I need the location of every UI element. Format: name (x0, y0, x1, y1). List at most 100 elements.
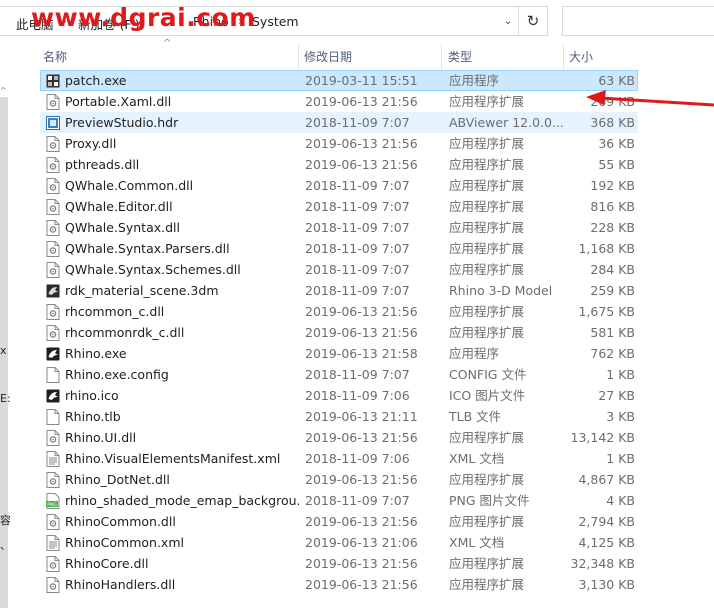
rhino-app-icon (46, 388, 60, 404)
file-name: rhcommonrdk_c.dll (65, 325, 185, 340)
column-divider[interactable] (441, 44, 442, 70)
file-row[interactable]: rdk_material_scene.3dm 2018-11-09 7:07 Rhi… (40, 280, 638, 301)
file-modified-date: 2018-11-09 7:07 (305, 283, 410, 298)
nav-item-fragment[interactable]: E: (0, 392, 10, 405)
dll-file-icon (46, 199, 60, 215)
file-row[interactable]: rhcommon_c.dll 2019-06-13 21:56 应用程序扩展 1,67… (40, 301, 638, 322)
watermark-text: www.dgrai.com (31, 3, 256, 32)
file-size: 581 KB (590, 325, 635, 340)
column-header-row: ^ 名称 修改日期 类型 大小 (40, 38, 640, 70)
file-size: 32,348 KB (570, 556, 635, 571)
file-type: XML 文档 (449, 535, 505, 550)
column-header-size[interactable]: 大小 (566, 42, 636, 70)
file-name: rdk_material_scene.3dm (65, 283, 219, 298)
file-modified-date: 2018-11-09 7:07 (305, 493, 410, 508)
file-type: 应用程序 (449, 73, 500, 88)
file-size: 1 KB (606, 367, 635, 382)
file-type: 应用程序扩展 (449, 325, 525, 340)
file-name: Rhino_DotNet.dll (65, 472, 170, 487)
file-row[interactable]: RhinoHandlers.dll 2019-06-13 21:56 应用程序扩展 3… (40, 574, 638, 595)
breadcrumb-system[interactable]: System (252, 14, 299, 29)
file-modified-date: 2019-06-13 21:56 (305, 157, 418, 172)
dll-file-icon (46, 262, 60, 278)
file-row[interactable]: Rhino.VisualElementsManifest.xml 2018-11-… (40, 448, 638, 469)
dll-file-icon (46, 178, 60, 194)
file-row[interactable]: RhinoCommon.xml 2019-06-13 21:06 XML 文档 4,1… (40, 532, 638, 553)
file-size: 368 KB (590, 115, 635, 130)
refresh-button[interactable]: ↻ (518, 6, 548, 36)
file-modified-date: 2019-06-13 21:56 (305, 472, 418, 487)
file-row[interactable]: patch.exe 2019-03-11 15:51 应用程序 63 KB (40, 70, 638, 91)
file-row[interactable]: Rhino.exe 2019-06-13 21:58 应用程序 762 KB (40, 343, 638, 364)
file-row[interactable]: rhcommonrdk_c.dll 2019-06-13 21:56 应用程序扩展 5… (40, 322, 638, 343)
file-name: QWhale.Syntax.Schemes.dll (65, 262, 241, 277)
nav-item-fragment[interactable]: 容 (0, 512, 10, 528)
file-row[interactable]: RhinoCommon.dll 2019-06-13 21:56 应用程序扩展 2,7… (40, 511, 638, 532)
file-row[interactable]: QWhale.Common.dll 2018-11-09 7:07 应用程序扩展 19… (40, 175, 638, 196)
file-row[interactable]: Rhino.exe.config 2018-11-09 7:07 CONFIG 文件… (40, 364, 638, 385)
file-row[interactable]: Rhino.UI.dll 2019-06-13 21:56 应用程序扩展 13,142… (40, 427, 638, 448)
address-history-dropdown[interactable]: ⌄ (500, 7, 516, 35)
dll-file-icon (46, 136, 60, 152)
file-row[interactable]: QWhale.Editor.dll 2018-11-09 7:07 应用程序扩展 81… (40, 196, 638, 217)
file-name: RhinoHandlers.dll (65, 577, 176, 592)
scroll-up-icon[interactable]: ^ (0, 86, 9, 95)
dll-file-icon (46, 514, 60, 530)
file-name: Rhino.tlb (65, 409, 121, 424)
file-modified-date: 2019-06-13 21:56 (305, 577, 418, 592)
file-size: 4,867 KB (578, 472, 635, 487)
column-divider[interactable] (298, 44, 299, 70)
dll-file-icon (46, 94, 60, 110)
file-type: 应用程序扩展 (449, 241, 525, 256)
file-type: 应用程序扩展 (449, 577, 525, 592)
file-size: 284 KB (590, 262, 635, 277)
file-type: 应用程序扩展 (449, 430, 525, 445)
dll-file-icon (46, 430, 60, 446)
file-row[interactable]: QWhale.Syntax.Schemes.dll 2018-11-09 7:07… (40, 259, 638, 280)
column-header-date[interactable]: 修改日期 (301, 42, 441, 70)
file-size: 228 KB (590, 220, 635, 235)
file-row[interactable]: QWhale.Syntax.Parsers.dll 2018-11-09 7:07… (40, 238, 638, 259)
column-header-type[interactable]: 类型 (445, 42, 563, 70)
file-size: 816 KB (590, 199, 635, 214)
file-type: 应用程序扩展 (449, 94, 525, 109)
file-size: 762 KB (590, 346, 635, 361)
file-name: QWhale.Syntax.Parsers.dll (65, 241, 230, 256)
nav-item-fragment[interactable]: 、 (0, 537, 10, 553)
file-name: Proxy.dll (65, 136, 117, 151)
file-type: Rhino 3-D Model (449, 283, 553, 298)
file-modified-date: 2018-11-09 7:06 (305, 388, 410, 403)
file-row[interactable]: Proxy.dll 2019-06-13 21:56 应用程序扩展 36 KB (40, 133, 638, 154)
file-size: 1,675 KB (578, 304, 635, 319)
file-row[interactable]: PreviewStudio.hdr 2018-11-09 7:07 ABViewer… (40, 112, 638, 133)
file-type: XML 文档 (449, 451, 505, 466)
file-type: ABViewer 12.0.0... (449, 115, 564, 130)
file-type: ICO 图片文件 (449, 388, 526, 403)
file-name: rhcommon_c.dll (65, 304, 165, 319)
dll-file-icon (46, 157, 60, 173)
file-row[interactable]: Portable.Xaml.dll 2019-06-13 21:56 应用程序扩展 2… (40, 91, 638, 112)
dll-file-icon (46, 304, 60, 320)
file-row[interactable]: PNG rhino_shaded_mode_emap_backgrou... 201… (40, 490, 638, 511)
rhino-app-icon (46, 346, 60, 362)
search-input[interactable] (562, 6, 714, 36)
column-divider[interactable] (563, 44, 564, 70)
file-modified-date: 2019-06-13 21:06 (305, 535, 418, 550)
file-size: 3,130 KB (578, 577, 635, 592)
file-type: 应用程序扩展 (449, 556, 525, 571)
file-row[interactable]: Rhino_DotNet.dll 2019-06-13 21:56 应用程序扩展 4,… (40, 469, 638, 490)
file-size: 55 KB (598, 157, 635, 172)
file-row[interactable]: Rhino.tlb 2019-06-13 21:11 TLB 文件 3 KB (40, 406, 638, 427)
column-header-name[interactable]: 名称 (40, 42, 298, 70)
nav-item-fragment[interactable]: x (0, 344, 7, 357)
file-row[interactable]: pthreads.dll 2019-06-13 21:56 应用程序扩展 55 KB (40, 154, 638, 175)
file-name: Rhino.exe (65, 346, 127, 361)
file-row[interactable]: QWhale.Syntax.dll 2018-11-09 7:07 应用程序扩展 22… (40, 217, 638, 238)
dll-file-icon (46, 577, 60, 593)
file-row[interactable]: RhinoCore.dll 2019-06-13 21:56 应用程序扩展 32,34… (40, 553, 638, 574)
file-row[interactable]: rhino.ico 2018-11-09 7:06 ICO 图片文件 27 KB (40, 385, 638, 406)
file-name: patch.exe (65, 73, 127, 88)
file-modified-date: 2018-11-09 7:07 (305, 199, 410, 214)
file-modified-date: 2019-06-13 21:58 (305, 346, 418, 361)
file-type: 应用程序扩展 (449, 136, 525, 151)
